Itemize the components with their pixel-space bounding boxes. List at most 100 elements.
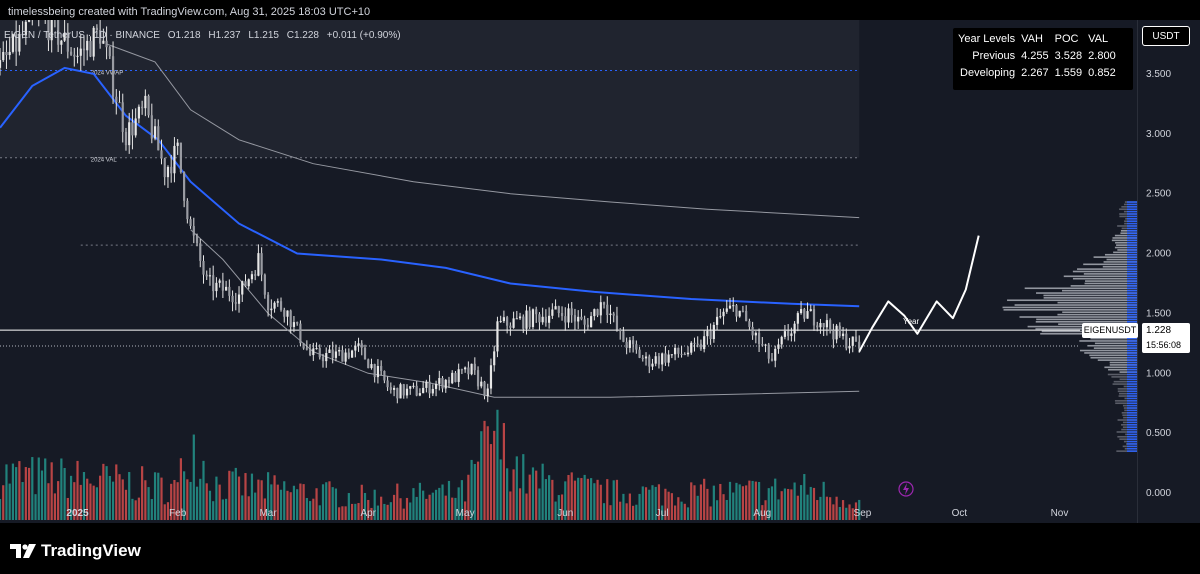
- x-tick-label: Jun: [557, 508, 573, 519]
- volume-profile-core: [1127, 218, 1137, 220]
- candle-body: [780, 336, 783, 345]
- volume-bar: [289, 492, 292, 520]
- ohlc-low: L1.215: [248, 30, 279, 41]
- volume-profile-core: [1127, 313, 1137, 316]
- volume-bar: [121, 479, 124, 520]
- volume-bar: [247, 496, 250, 520]
- volume-bar: [486, 426, 489, 520]
- candle-body: [680, 353, 683, 355]
- volume-bar: [686, 507, 690, 520]
- currency-button[interactable]: USDT: [1142, 26, 1190, 46]
- last-price-value: 1.228: [1146, 325, 1172, 336]
- candle-body: [380, 366, 383, 371]
- candle-body: [599, 302, 602, 316]
- candle-body: [787, 331, 790, 336]
- candle-body: [638, 349, 641, 358]
- volume-bar: [392, 494, 396, 520]
- candle-body: [790, 333, 793, 336]
- candle-body: [111, 56, 115, 97]
- candle-body: [460, 369, 464, 371]
- volume-profile-core: [1127, 253, 1137, 256]
- volume-profile-core: [1127, 402, 1137, 405]
- volume-bar: [829, 497, 832, 520]
- candle-body: [383, 370, 386, 381]
- volume-bar: [192, 434, 195, 520]
- volume-bar: [405, 497, 409, 520]
- volume-bar: [518, 488, 522, 520]
- candle-body: [699, 343, 703, 350]
- volume-bar: [318, 505, 321, 520]
- volume-profile-core: [1127, 419, 1137, 421]
- candle-body: [506, 317, 509, 326]
- candle-body: [648, 356, 651, 367]
- candle-body: [186, 200, 189, 220]
- volume-bar: [111, 481, 115, 520]
- y-tick-label: 0.000: [1146, 488, 1171, 499]
- volume-profile-core: [1127, 206, 1137, 208]
- candle-body: [444, 379, 447, 389]
- volume-bar: [292, 485, 296, 520]
- candle-body: [799, 309, 803, 314]
- volume-bar: [431, 492, 434, 520]
- volume-profile-row: [1003, 309, 1137, 311]
- volume-profile-core: [1127, 261, 1137, 263]
- volume-bar: [535, 470, 538, 520]
- tradingview-logo[interactable]: TradingView: [10, 540, 141, 562]
- level-label-prev-val: 2024 VAL: [91, 158, 118, 164]
- chart-panel[interactable]: 2024 VWAP 2024 VAL Year 3.500 3.000 2.500 2.00…: [0, 20, 1200, 523]
- candle-body: [422, 387, 425, 394]
- volume-bar: [221, 499, 224, 520]
- year-levels-title: Year Levels: [958, 33, 1016, 45]
- candle-body: [754, 332, 757, 336]
- volume-bar: [790, 489, 793, 520]
- candle-body: [405, 388, 409, 396]
- volume-bar: [590, 478, 593, 520]
- candle-body: [502, 317, 505, 322]
- volume-profile-core: [1127, 356, 1137, 359]
- candle-body: [822, 323, 825, 328]
- volume-bar: [622, 493, 625, 520]
- candle-body: [615, 315, 619, 330]
- volume-profile-core: [1127, 287, 1137, 290]
- candle-body: [360, 343, 363, 348]
- candle-body: [845, 333, 848, 349]
- volume-bar: [728, 481, 732, 520]
- candle-body: [241, 281, 244, 295]
- candle-body: [580, 316, 583, 320]
- volume-profile-core: [1127, 277, 1137, 280]
- candle-body: [622, 331, 625, 342]
- volume-profile-core: [1127, 282, 1137, 285]
- volume-profile-row: [1062, 311, 1137, 314]
- chart-canvas[interactable]: 2024 VWAP2024 VALYear3.5003.0002.5002.00…: [0, 20, 1200, 523]
- volume-bar: [619, 501, 622, 520]
- y-tick-label: 3.000: [1146, 129, 1171, 140]
- volume-profile-core: [1127, 447, 1137, 450]
- symbol-name[interactable]: EIGEN / TetherUS · 1D · BINANCE: [4, 30, 160, 41]
- candle-body: [428, 381, 431, 394]
- volume-profile-core: [1127, 256, 1137, 258]
- candle-body: [431, 388, 434, 394]
- candle-body: [712, 324, 715, 340]
- candle-body: [363, 347, 367, 360]
- candle-body: [590, 316, 593, 328]
- volume-bar: [680, 501, 683, 520]
- candle-body: [602, 302, 606, 305]
- volume-bar: [195, 486, 199, 520]
- candle-body: [670, 354, 673, 356]
- volume-bar: [50, 462, 53, 520]
- volume-bar: [147, 487, 150, 520]
- volume-profile-core: [1127, 280, 1137, 282]
- volume-bar: [357, 503, 360, 520]
- volume-profile-core: [1127, 342, 1137, 345]
- candle-body: [706, 330, 709, 337]
- volume-bar: [186, 479, 189, 520]
- volume-bar: [783, 488, 787, 520]
- volume-bar: [325, 482, 328, 520]
- volume-profile-core: [1127, 304, 1137, 306]
- projection-path[interactable]: [858, 235, 980, 353]
- candle-body: [499, 321, 502, 323]
- candle-body: [525, 310, 528, 329]
- candle-body: [757, 332, 761, 345]
- candle-body: [625, 341, 628, 348]
- vah-header: VAH: [1021, 33, 1043, 45]
